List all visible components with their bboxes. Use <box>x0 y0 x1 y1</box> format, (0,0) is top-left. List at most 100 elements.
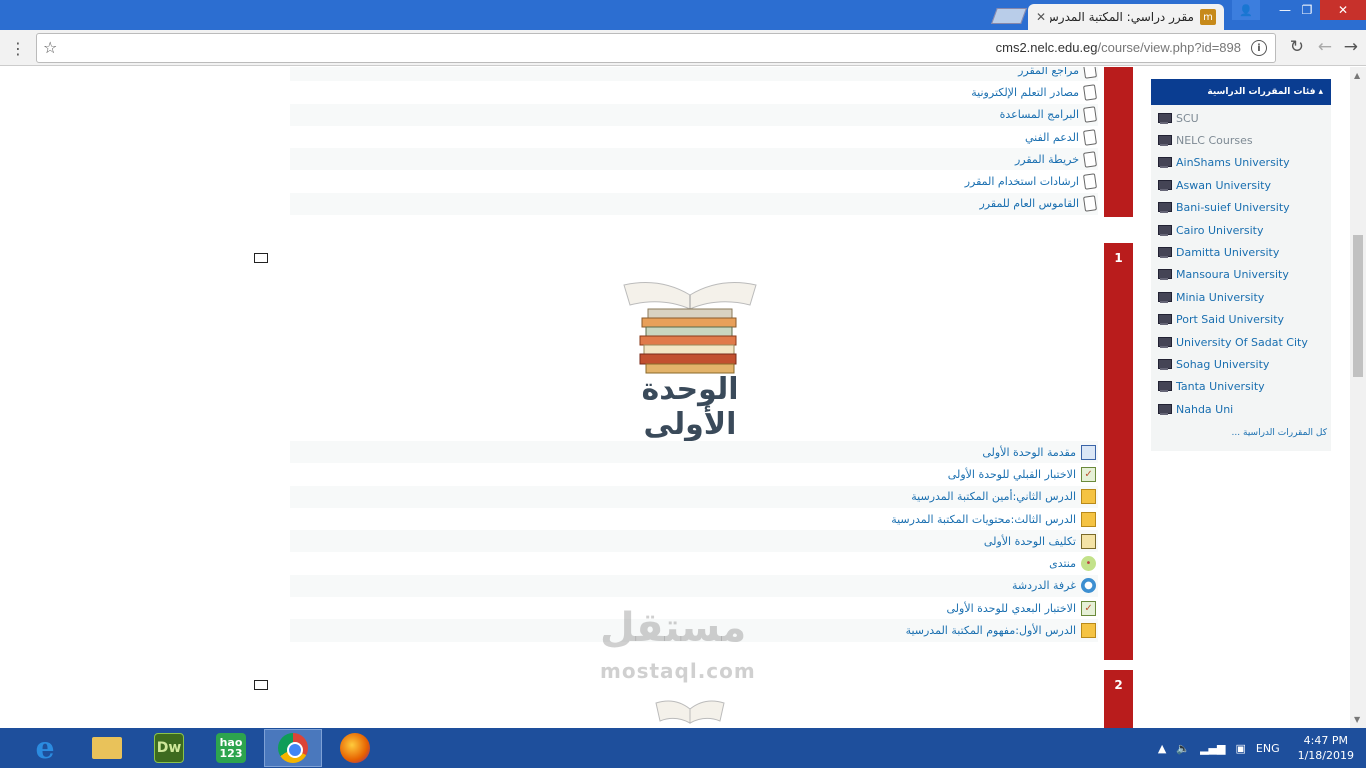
chat-icon: ● <box>1081 578 1096 594</box>
activity-item[interactable]: الدعم الفني <box>290 126 1098 148</box>
category-link[interactable]: Cairo University <box>1151 219 1331 241</box>
category-link[interactable]: NELC Courses <box>1151 129 1331 151</box>
computer-icon <box>1157 381 1172 393</box>
computer-icon <box>1157 224 1172 236</box>
activity-item[interactable]: مصادر التعلم الإلكترونية <box>290 81 1098 103</box>
forum-icon: • <box>1081 556 1096 572</box>
computer-icon <box>1157 291 1172 303</box>
category-link[interactable]: Aswan University <box>1151 174 1331 196</box>
course-categories-block: ▴ فئات المقررات الدراسية SCU NELC Course… <box>1151 79 1331 451</box>
category-link[interactable]: Port Said University <box>1151 309 1331 331</box>
hao123-icon: hao 123 <box>216 733 246 763</box>
quiz-icon: ✓ <box>1081 600 1096 616</box>
taskbar-firefox[interactable] <box>326 729 384 767</box>
computer-icon <box>1157 336 1172 348</box>
taskbar-explorer[interactable] <box>78 729 136 767</box>
section-2-select-checkbox[interactable] <box>254 680 268 690</box>
computer-icon <box>1157 112 1172 124</box>
activity-item[interactable]: القاموس العام للمقرر <box>290 192 1098 216</box>
category-link[interactable]: Nahda Uni <box>1151 398 1331 420</box>
activity-item[interactable]: مقدمة الوحدة الأولى <box>290 441 1098 464</box>
document-icon <box>1083 84 1097 101</box>
document-icon <box>1083 106 1097 123</box>
activity-item[interactable]: تكليف الوحدة الأولى <box>290 530 1098 553</box>
close-window-button[interactable]: ✕ <box>1320 0 1366 20</box>
category-link[interactable]: Mansoura University <box>1151 264 1331 286</box>
clock-date: 1/18/2019 <box>1297 749 1354 762</box>
url-text[interactable]: cms2.nelc.edu.eg/course/view.php?id=898 <box>996 40 1241 55</box>
menu-icon[interactable]: ⋮ <box>10 39 26 58</box>
activity-item[interactable]: ارشادات استخدام المقرر <box>290 170 1098 192</box>
browser-title-bar: m مقرر دراسي: المكتبة المدرس ✕ 👤 — ❐ ✕ <box>0 0 1366 30</box>
bookmark-star-icon[interactable]: ☆ <box>43 38 57 57</box>
computer-icon <box>1157 314 1172 326</box>
dreamweaver-icon: Dw <box>154 733 184 763</box>
lesson-icon <box>1081 489 1096 505</box>
category-link[interactable]: Tanta University <box>1151 376 1331 398</box>
activity-item[interactable]: خريطة المقرر <box>290 148 1098 171</box>
document-icon <box>1083 67 1097 79</box>
new-tab-button[interactable] <box>991 8 1027 24</box>
document-icon <box>1083 173 1097 190</box>
watermark-latin: mostaql.com <box>600 659 756 683</box>
activity-item[interactable]: الدرس الثالث:محتويات المكتبة المدرسية <box>290 508 1098 530</box>
all-courses-link[interactable]: كل المقررات الدراسية ... <box>1151 428 1331 438</box>
activity-item[interactable]: البرامج المساعدة <box>290 103 1098 126</box>
category-link[interactable]: Damitta University <box>1151 241 1331 263</box>
reload-icon[interactable]: ↻ <box>1290 37 1304 57</box>
collapse-arrow-icon[interactable]: ▴ <box>1318 87 1323 97</box>
network-icon[interactable]: ▂▄▆ <box>1200 742 1225 755</box>
close-tab-icon[interactable]: ✕ <box>1036 10 1046 24</box>
taskbar-hao123[interactable]: hao 123 <box>202 729 260 767</box>
category-link[interactable]: AinShams University <box>1151 152 1331 174</box>
books-illustration <box>623 282 757 374</box>
document-icon <box>1083 128 1097 146</box>
system-tray: ▲ 🔈 ▂▄▆ ▣ ENG 4:47 PM 1/18/2019 <box>1148 728 1354 768</box>
back-arrow-icon[interactable]: ← <box>1318 37 1332 57</box>
scroll-up-arrow-icon[interactable]: ▲ <box>1354 71 1360 80</box>
taskbar-chrome[interactable] <box>264 729 322 767</box>
omnibox[interactable]: ☆ cms2.nelc.edu.eg/course/view.php?id=89… <box>36 33 1276 63</box>
language-indicator[interactable]: ENG <box>1256 742 1280 755</box>
taskbar-ie[interactable]: e <box>16 729 74 767</box>
category-link[interactable]: Minia University <box>1151 286 1331 308</box>
section-1-marker <box>1104 243 1133 660</box>
unit-title: الوحدة الأولى <box>641 372 739 442</box>
books-illustration-partial <box>655 700 725 724</box>
scroll-down-arrow-icon[interactable]: ▼ <box>1354 715 1360 724</box>
page-viewport: مراجع المقرر مصادر التعلم الإلكترونية ال… <box>0 67 1350 728</box>
clock-time: 4:47 PM <box>1303 734 1348 747</box>
windows-taskbar: e Dw hao 123 ▲ 🔈 ▂▄▆ ▣ ENG 4:47 PM 1/18/… <box>0 728 1366 768</box>
assignment-icon <box>1081 533 1096 549</box>
profile-icon[interactable]: 👤 <box>1232 0 1260 20</box>
chrome-icon <box>278 733 308 763</box>
activity-item[interactable]: مراجع المقرر <box>290 67 1098 82</box>
category-link[interactable]: Sohag University <box>1151 353 1331 375</box>
taskbar-dreamweaver[interactable]: Dw <box>140 729 198 767</box>
forward-arrow-icon[interactable]: → <box>1344 37 1358 57</box>
activity-item[interactable]: • منتدى <box>290 552 1098 574</box>
browser-tab[interactable]: m مقرر دراسي: المكتبة المدرس ✕ <box>1028 4 1224 30</box>
maximize-button[interactable]: ❐ <box>1296 0 1318 20</box>
volume-icon[interactable]: 🔈 <box>1176 742 1190 755</box>
internet-explorer-icon: e <box>35 730 55 766</box>
activity-item[interactable]: ● غرفة الدردشة <box>290 574 1098 598</box>
activity-item[interactable]: الدرس الثاني:أمين المكتبة المدرسية <box>290 485 1098 508</box>
section-2-number: 2 <box>1114 678 1123 692</box>
activity-item[interactable]: ✓ الاختبار القبلي للوحدة الأولى <box>290 463 1098 485</box>
section-1-select-checkbox[interactable] <box>254 253 268 263</box>
scroll-thumb[interactable] <box>1353 235 1363 377</box>
computer-icon <box>1157 202 1172 214</box>
minimize-button[interactable]: — <box>1272 0 1298 20</box>
clock[interactable]: 4:47 PM 1/18/2019 <box>1298 733 1354 763</box>
site-info-icon[interactable]: i <box>1251 40 1267 56</box>
category-link[interactable]: Bani-suief University <box>1151 197 1331 219</box>
show-hidden-icons-icon[interactable]: ▲ <box>1158 742 1166 755</box>
action-center-icon[interactable]: ▣ <box>1235 742 1245 755</box>
category-link[interactable]: SCU <box>1151 107 1331 129</box>
category-link[interactable]: University Of Sadat City <box>1151 331 1331 353</box>
quiz-icon: ✓ <box>1081 466 1096 482</box>
tab-title: مقرر دراسي: المكتبة المدرس <box>1050 10 1194 24</box>
university-list: SCU NELC Courses AinShams University Asw… <box>1151 105 1331 420</box>
vertical-scrollbar[interactable]: ▲ ▼ <box>1350 67 1366 728</box>
